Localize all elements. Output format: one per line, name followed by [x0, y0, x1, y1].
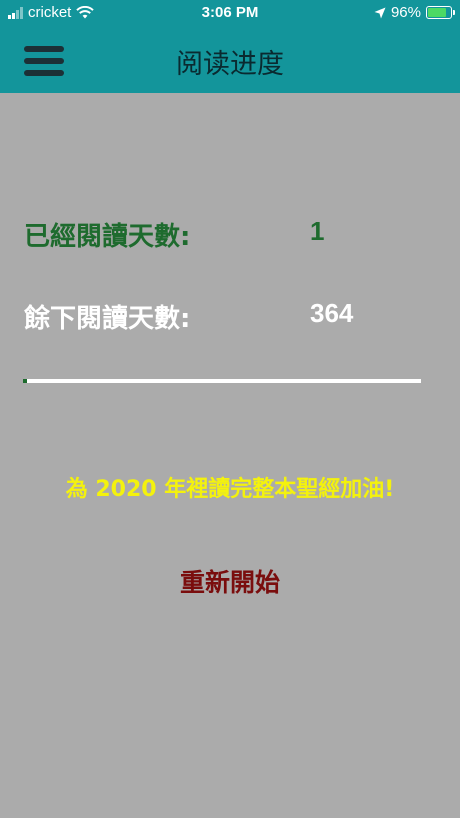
days-left-value: 364 — [310, 298, 354, 328]
restart-button[interactable]: 重新開始 — [0, 563, 460, 599]
days-read-value: 1 — [310, 216, 325, 246]
page-title: 阅读进度 — [176, 49, 284, 80]
reading-progress-fill — [23, 379, 27, 383]
status-bar: cricket 3:06 PM 96% — [0, 0, 460, 28]
days-read-label: 已經閱讀天數: — [24, 222, 191, 252]
battery-percent: 96% — [390, 4, 421, 21]
location-arrow-icon — [374, 7, 386, 18]
reading-progress-bar — [23, 379, 421, 383]
battery-icon — [426, 6, 455, 19]
encouragement-text: 為 2020 年裡讀完整本聖經加油! — [65, 477, 395, 502]
days-left-label: 餘下閱讀天數: — [24, 304, 191, 334]
